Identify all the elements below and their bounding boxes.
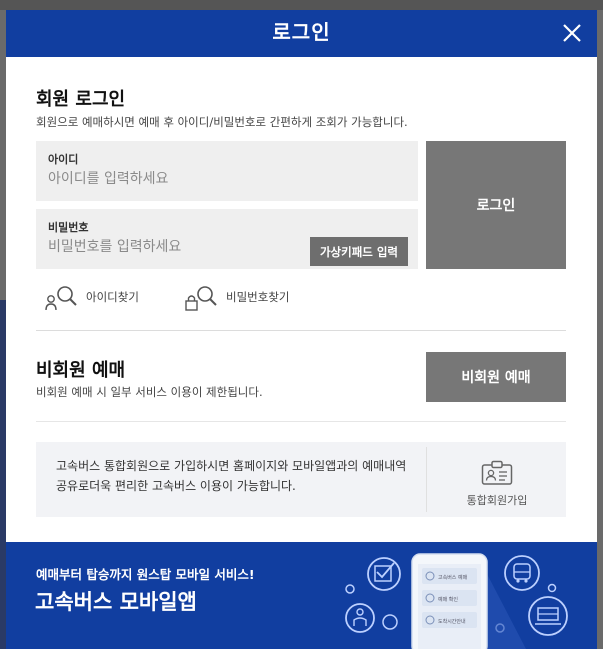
find-id-icon: [44, 283, 78, 311]
guest-divider: [36, 421, 566, 422]
mobile-app-banner[interactable]: 예매부터 탑승까지 원스탑 모바일 서비스! 고속버스 모바일앱 고속버스 예매…: [6, 542, 597, 649]
membership-info-text: 고속버스 통합회원으로 가입하시면 홈페이지와 모바일앱과의 예매내역 공유로더…: [56, 459, 407, 493]
guest-title: 비회원 예매: [36, 360, 126, 381]
modal-title: 로그인: [272, 20, 331, 44]
member-login-title: 회원 로그인: [36, 89, 126, 110]
find-id-link[interactable]: 아이디찾기: [44, 283, 139, 311]
id-input[interactable]: [46, 168, 300, 190]
guest-description: 비회원 예매 시 일부 서비스 이용이 제한됩니다.: [36, 385, 263, 399]
find-password-link[interactable]: 비밀번호찾기: [184, 283, 289, 311]
info-separator: [426, 447, 427, 512]
member-card-icon: [481, 460, 513, 485]
close-icon[interactable]: [560, 21, 584, 45]
find-password-icon: [184, 283, 218, 311]
phone-item-2: 예매 확인: [438, 596, 458, 603]
guest-booking-button[interactable]: 비회원 예매: [426, 352, 566, 402]
membership-info-box: 고속버스 통합회원으로 가입하시면 홈페이지와 모바일앱과의 예매내역 공유로더…: [36, 442, 566, 517]
password-input[interactable]: [46, 236, 300, 258]
modal-header: 로그인: [6, 10, 597, 57]
login-modal: 로그인 회원 로그인 회원으로 예매하시면 예매 후 아이디/비밀번호로 간편하…: [6, 10, 597, 649]
find-id-label: 아이디찾기: [86, 290, 139, 304]
id-field-label: 아이디: [48, 153, 79, 166]
background-page-right: [597, 10, 603, 649]
mobile-app-illustration: 고속버스 예매 예매 확인 도착시간안내: [345, 553, 568, 649]
section-divider: [36, 330, 566, 331]
banner-subtitle: 예매부터 탑승까지 원스탑 모바일 서비스!: [36, 567, 255, 582]
login-button[interactable]: 로그인: [426, 141, 566, 269]
find-password-label: 비밀번호찾기: [226, 290, 290, 304]
member-login-description: 회원으로 예매하시면 예매 후 아이디/비밀번호로 간편하게 조회가 가능합니다…: [36, 115, 408, 129]
member-join-label: 통합회원가입: [466, 494, 528, 507]
member-join-button[interactable]: 통합회원가입: [428, 442, 566, 517]
id-field: 아이디: [36, 141, 418, 201]
phone-item-1: 고속버스 예매: [438, 574, 468, 581]
phone-item-3: 도착시간안내: [438, 618, 466, 625]
background-page: [0, 0, 603, 10]
password-field: 비밀번호 가상키패드 입력: [36, 209, 418, 269]
virtual-keypad-button[interactable]: 가상키패드 입력: [310, 237, 408, 266]
password-field-label: 비밀번호: [48, 221, 89, 234]
banner-title: 고속버스 모바일앱: [35, 590, 197, 614]
